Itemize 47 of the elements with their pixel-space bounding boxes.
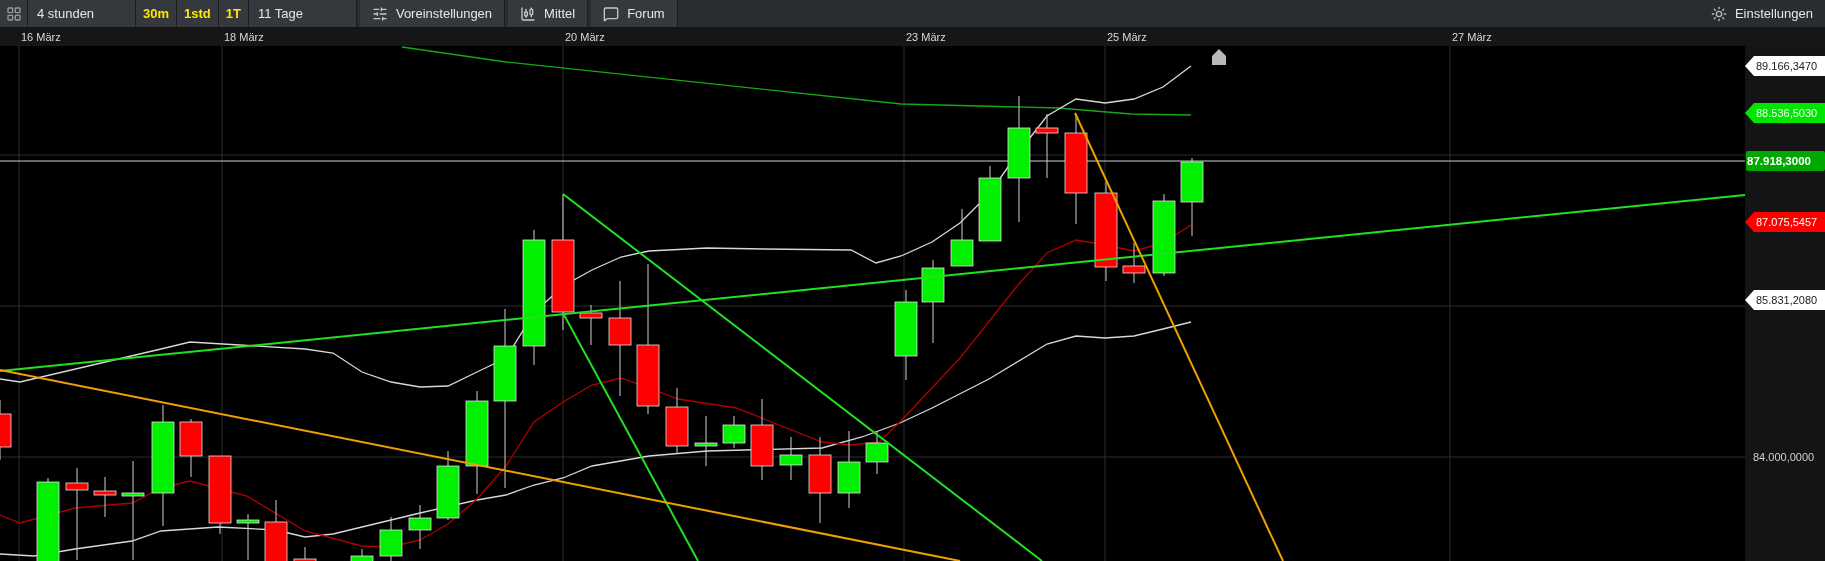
- price-tag: 88.536,5030: [1745, 103, 1825, 123]
- marker-icon: [1212, 49, 1226, 65]
- candlestick: [579, 304, 603, 346]
- candlestick: [350, 548, 374, 561]
- candlestick: [408, 504, 432, 550]
- settings-icon: [1710, 5, 1727, 22]
- candlestick: [722, 415, 746, 449]
- interval-button[interactable]: 30m: [136, 0, 178, 27]
- candlestick: [865, 430, 889, 475]
- price-tick-label: 84.000,0000: [1753, 450, 1815, 465]
- range-dropdown[interactable]: 11 Tage: [248, 0, 357, 27]
- candlestick: [0, 399, 12, 461]
- candlestick: [236, 513, 260, 561]
- date-label: 25 März: [1107, 30, 1147, 45]
- forum-button[interactable]: Forum: [591, 0, 678, 27]
- candlestick: [1035, 113, 1059, 179]
- interval-button[interactable]: 1T: [218, 0, 249, 27]
- candlestick: [379, 516, 403, 561]
- candlestick: [436, 450, 460, 521]
- layout-grid-button[interactable]: [0, 0, 28, 27]
- settings-button[interactable]: Einstellungen: [1698, 0, 1825, 27]
- candlestick: [293, 546, 317, 561]
- candlestick: [93, 476, 117, 518]
- presets-button[interactable]: Voreinstellungen: [359, 0, 506, 27]
- current-price-label: 87.918,3000: [1746, 151, 1825, 171]
- price-tag: 89.166,3470: [1745, 56, 1825, 76]
- candlestick: [779, 436, 803, 481]
- date-label: 27 März: [1452, 30, 1492, 45]
- interval-button[interactable]: 1std: [177, 0, 219, 27]
- candlestick: [694, 415, 718, 467]
- speech-bubble-icon: [603, 5, 620, 22]
- indicators-button[interactable]: Mittel: [508, 0, 589, 27]
- price-tag: 85.831,2080: [1745, 290, 1825, 310]
- date-label: 16 März: [21, 30, 61, 45]
- grid-icon: [5, 5, 22, 22]
- price-tag: 87.075,5457: [1745, 212, 1825, 232]
- candlestick-icon: [520, 5, 537, 22]
- date-label: 23 März: [906, 30, 946, 45]
- sliders-icon: [371, 5, 388, 22]
- range-dropdown[interactable]: 4 stunden: [28, 0, 136, 27]
- candlestick: [1122, 242, 1146, 284]
- candlestick: [665, 387, 689, 455]
- candlestick: [950, 208, 974, 267]
- date-label: 20 März: [565, 30, 605, 45]
- date-label: 18 März: [224, 30, 264, 45]
- candlestick: [264, 499, 288, 561]
- candlestick: [179, 418, 203, 478]
